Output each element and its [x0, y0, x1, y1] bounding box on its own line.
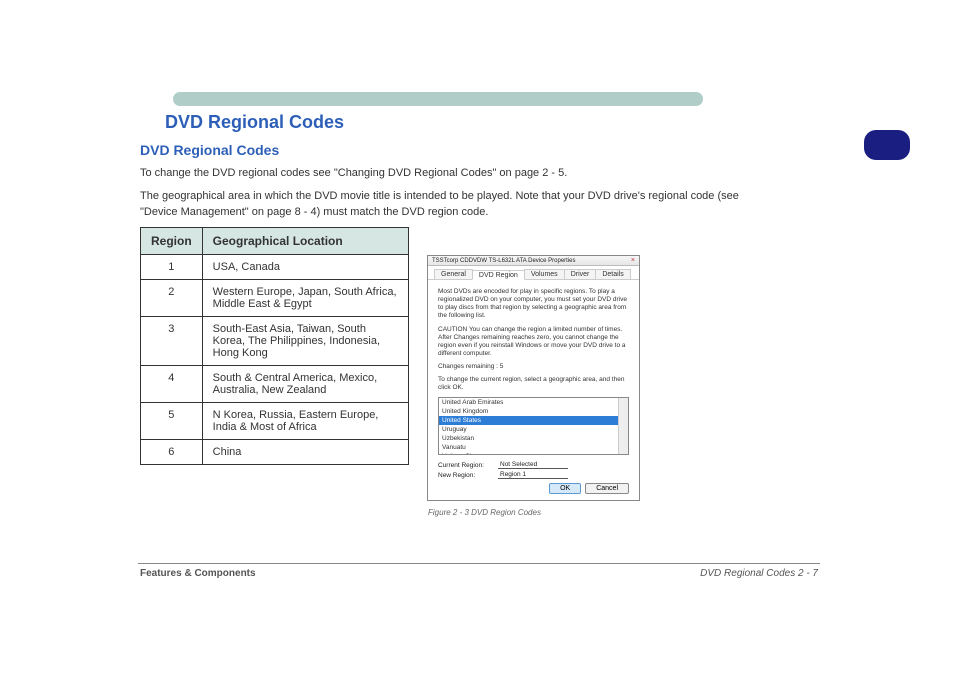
region-cell: 4 [141, 366, 203, 403]
list-item[interactable]: United Arab Emirates [439, 398, 628, 407]
list-item[interactable]: Vatican City [439, 452, 628, 455]
header-bar [173, 92, 703, 106]
figure-caption: Figure 2 - 3 DVD Region Codes [428, 508, 541, 517]
dialog-changes-remaining: Changes remaining : 5 [438, 363, 629, 371]
tab-dvd-region[interactable]: DVD Region [472, 270, 525, 280]
geo-cell: USA, Canada [202, 255, 408, 280]
current-region-value: Not Selected [498, 461, 568, 469]
footer-right: DVD Regional Codes 2 - 7 [700, 568, 818, 579]
list-item[interactable]: United States [439, 416, 628, 425]
table-row: 1USA, Canada [141, 255, 409, 280]
dialog-text-instruction: To change the current region, select a g… [438, 376, 629, 392]
geo-cell: South & Central America, Mexico, Austral… [202, 366, 408, 403]
dialog-body: Most DVDs are encoded for play in specif… [428, 280, 639, 487]
region-cell: 2 [141, 280, 203, 317]
page-title: DVD Regional Codes [165, 112, 344, 133]
close-icon[interactable]: × [631, 257, 635, 264]
table-row: 2Western Europe, Japan, South Africa, Mi… [141, 280, 409, 317]
current-region-row: Current Region: Not Selected [438, 461, 629, 469]
geo-cell: Western Europe, Japan, South Africa, Mid… [202, 280, 408, 317]
region-cell: 3 [141, 317, 203, 366]
region-cell: 5 [141, 403, 203, 440]
region-table: Region Geographical Location 1USA, Canad… [140, 227, 409, 465]
geo-cell: N Korea, Russia, Eastern Europe, India &… [202, 403, 408, 440]
footer-left: Features & Components [140, 568, 256, 579]
list-item[interactable]: Vanuatu [439, 443, 628, 452]
listbox-scrollbar[interactable] [618, 398, 628, 454]
table-row: 6China [141, 440, 409, 465]
dialog-titlebar[interactable]: TSSTcorp CDDVDW TS-L632L ATA Device Prop… [428, 256, 639, 266]
dialog-title-text: TSSTcorp CDDVDW TS-L632L ATA Device Prop… [432, 258, 576, 264]
tab-driver[interactable]: Driver [564, 269, 597, 279]
list-item[interactable]: Uzbekistan [439, 434, 628, 443]
tab-general[interactable]: General [434, 269, 473, 279]
table-row: 3South-East Asia, Taiwan, South Korea, T… [141, 317, 409, 366]
geo-cell: South-East Asia, Taiwan, South Korea, Th… [202, 317, 408, 366]
dialog-text-caution: CAUTION You can change the region a limi… [438, 326, 629, 359]
list-item[interactable]: Uruguay [439, 425, 628, 434]
tab-details[interactable]: Details [595, 269, 630, 279]
dialog-buttons: OK Cancel [549, 483, 629, 494]
geo-cell: China [202, 440, 408, 465]
page-number-badge [864, 130, 910, 160]
dialog-text-intro: Most DVDs are encoded for play in specif… [438, 288, 629, 321]
dvd-properties-dialog: TSSTcorp CDDVDW TS-L632L ATA Device Prop… [427, 255, 640, 501]
ok-button[interactable]: OK [549, 483, 581, 494]
new-region-row: New Region: Region 1 [438, 471, 629, 479]
intro-block: DVD Regional Codes To change the DVD reg… [140, 142, 770, 228]
footer-divider [138, 563, 820, 564]
dialog-tabs: GeneralDVD RegionVolumesDriverDetails [428, 266, 639, 280]
region-cell: 6 [141, 440, 203, 465]
region-cell: 1 [141, 255, 203, 280]
new-region-label: New Region: [438, 472, 498, 479]
intro-para-2: The geographical area in which the DVD m… [140, 189, 770, 220]
tab-volumes[interactable]: Volumes [524, 269, 565, 279]
table-row: 4South & Central America, Mexico, Austra… [141, 366, 409, 403]
table-header-region: Region [141, 228, 203, 255]
cancel-button[interactable]: Cancel [585, 483, 629, 494]
table-header-geo: Geographical Location [202, 228, 408, 255]
intro-para-1: To change the DVD regional codes see "Ch… [140, 166, 770, 181]
intro-heading: DVD Regional Codes [140, 142, 770, 158]
table-row: 5N Korea, Russia, Eastern Europe, India … [141, 403, 409, 440]
list-item[interactable]: United Kingdom [439, 407, 628, 416]
region-listbox[interactable]: United Arab EmiratesUnited KingdomUnited… [438, 397, 629, 455]
current-region-label: Current Region: [438, 462, 498, 469]
new-region-value: Region 1 [498, 471, 568, 479]
